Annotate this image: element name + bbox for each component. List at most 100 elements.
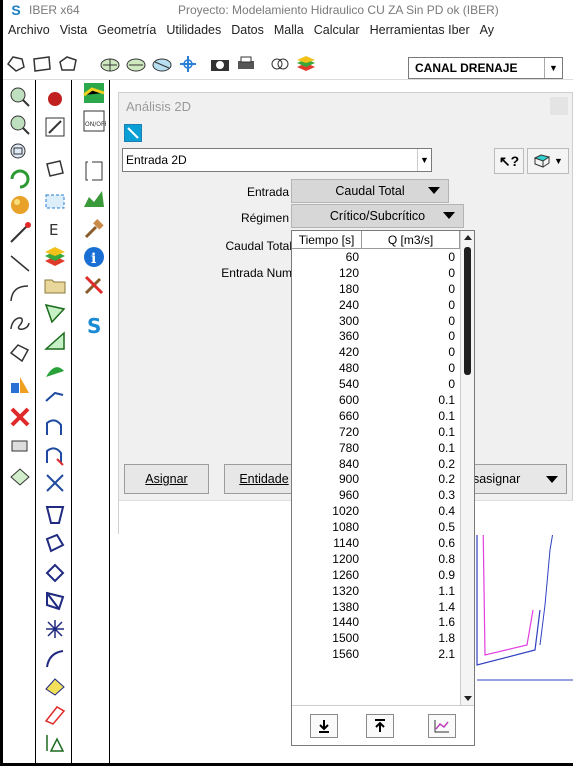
table-row[interactable]: 180 0 <box>292 282 460 298</box>
flow-cell[interactable]: 2.1 <box>362 647 460 663</box>
table-row[interactable]: 1020 0.4 <box>292 504 460 520</box>
eraser-icon[interactable] <box>8 435 32 459</box>
table-row[interactable]: 600 0.1 <box>292 393 460 409</box>
table-row[interactable]: 1200 0.8 <box>292 552 460 568</box>
flow-cell[interactable]: 1.4 <box>362 600 460 616</box>
table-row[interactable]: 360 0 <box>292 329 460 345</box>
time-cell[interactable]: 60 <box>292 250 362 266</box>
chevron-down-icon[interactable]: ▼ <box>544 58 562 78</box>
flow-cell[interactable]: 0 <box>362 314 460 330</box>
mesh-triangle2-icon[interactable] <box>43 329 67 353</box>
table-row[interactable]: 1440 1.6 <box>292 615 460 631</box>
table-row[interactable]: 720 0.1 <box>292 425 460 441</box>
flow-cell[interactable]: 0.1 <box>362 409 460 425</box>
col-flow-header[interactable]: Q [m3/s] <box>362 231 460 249</box>
table-row[interactable]: 120 0 <box>292 266 460 282</box>
time-cell[interactable]: 660 <box>292 409 362 425</box>
open-icon[interactable] <box>31 54 53 74</box>
iber-icon[interactable]: S <box>82 313 106 337</box>
graph-button[interactable] <box>428 714 456 738</box>
condition-combo[interactable]: Entrada 2D ▼ <box>122 148 432 172</box>
fan-icon[interactable] <box>43 359 67 383</box>
time-cell[interactable]: 1020 <box>292 504 362 520</box>
flow-cell[interactable]: 0.6 <box>362 536 460 552</box>
flow-cell[interactable]: 0 <box>362 329 460 345</box>
col-time-header[interactable]: Tiempo [s] <box>292 231 362 249</box>
table-row[interactable]: 900 0.2 <box>292 472 460 488</box>
table-row[interactable]: 1500 1.8 <box>292 631 460 647</box>
import-button[interactable] <box>310 714 338 738</box>
shape-icon[interactable] <box>5 54 27 74</box>
table-row[interactable]: 480 0 <box>292 361 460 377</box>
flow-cell[interactable]: 0 <box>362 361 460 377</box>
scroll-thumb[interactable] <box>464 247 471 375</box>
hammer-icon[interactable] <box>82 217 106 241</box>
flow-cell[interactable]: 0.9 <box>362 568 460 584</box>
menu-datos[interactable]: Datos <box>226 23 269 37</box>
time-cell[interactable]: 780 <box>292 441 362 457</box>
flow-cell[interactable]: 0.1 <box>362 393 460 409</box>
mesh-red-icon[interactable] <box>43 703 67 727</box>
scroll-down-icon[interactable] <box>464 696 472 701</box>
assign-button[interactable]: Asignar <box>124 464 209 494</box>
cancel-tool-icon[interactable] <box>82 273 106 297</box>
entrada-combo[interactable]: Caudal Total <box>291 179 449 203</box>
zoom-out-icon[interactable] <box>8 113 32 137</box>
bracket-icon[interactable] <box>82 159 106 183</box>
table-row[interactable]: 1080 0.5 <box>292 520 460 536</box>
delete-icon[interactable] <box>8 405 32 429</box>
camera-icon[interactable] <box>209 54 231 74</box>
info-icon[interactable]: i <box>82 245 106 269</box>
menu-calcular[interactable]: Calcular <box>309 23 365 37</box>
table-row[interactable]: 960 0.3 <box>292 488 460 504</box>
xy-icon[interactable]: XY <box>43 754 67 766</box>
table-row[interactable]: 840 0.2 <box>292 457 460 473</box>
flow-cell[interactable]: 0 <box>362 250 460 266</box>
mesh-edit-icon[interactable] <box>43 503 67 527</box>
surface-icon[interactable] <box>57 54 79 74</box>
flow-cell[interactable]: 0.2 <box>362 457 460 473</box>
time-cell[interactable]: 180 <box>292 282 362 298</box>
mesh-edit4-icon[interactable] <box>43 589 67 613</box>
text-icon[interactable]: E <box>43 217 67 241</box>
time-cell[interactable]: 1200 <box>292 552 362 568</box>
mesh-star-icon[interactable] <box>43 617 67 641</box>
point-red-icon[interactable] <box>43 87 67 111</box>
move-icon[interactable] <box>177 54 199 74</box>
flow-cell[interactable]: 1.1 <box>362 584 460 600</box>
table-row[interactable]: 1260 0.9 <box>292 568 460 584</box>
layers-icon[interactable] <box>295 54 317 74</box>
time-cell[interactable]: 1380 <box>292 600 362 616</box>
mesh-triangle-icon[interactable] <box>43 301 67 325</box>
edit-icon[interactable] <box>43 115 67 139</box>
time-cell[interactable]: 900 <box>292 472 362 488</box>
menu-geometria[interactable]: Geometría <box>92 23 161 37</box>
time-cell[interactable]: 720 <box>292 425 362 441</box>
flow-cell[interactable]: 0.1 <box>362 425 460 441</box>
table-row[interactable]: 240 0 <box>292 298 460 314</box>
table-row[interactable]: 420 0 <box>292 345 460 361</box>
spline-icon[interactable] <box>8 311 32 335</box>
time-cell[interactable]: 1080 <box>292 520 362 536</box>
menu-ayuda[interactable]: Ay <box>475 23 499 37</box>
zoom-in-icon[interactable] <box>8 85 32 109</box>
render-icon[interactable] <box>8 193 32 217</box>
flow-cell[interactable]: 0 <box>362 298 460 314</box>
point-icon[interactable] <box>8 221 32 245</box>
layers-link-icon[interactable] <box>269 54 291 74</box>
flow-cell[interactable]: 1.8 <box>362 631 460 647</box>
time-cell[interactable]: 240 <box>292 298 362 314</box>
time-cell[interactable]: 1140 <box>292 536 362 552</box>
time-cell[interactable]: 1320 <box>292 584 362 600</box>
print-icon[interactable] <box>235 54 257 74</box>
time-cell[interactable]: 300 <box>292 314 362 330</box>
surface-select-icon[interactable] <box>43 157 67 181</box>
flow-cell[interactable]: 0 <box>362 282 460 298</box>
menu-malla[interactable]: Malla <box>269 23 309 37</box>
close-button[interactable] <box>550 97 568 115</box>
zoom-frame-icon[interactable] <box>8 141 32 165</box>
edge-icon[interactable] <box>43 415 67 439</box>
layers-stack-icon[interactable] <box>43 245 67 269</box>
time-cell[interactable]: 1260 <box>292 568 362 584</box>
mesh-edit2-icon[interactable] <box>43 531 67 555</box>
